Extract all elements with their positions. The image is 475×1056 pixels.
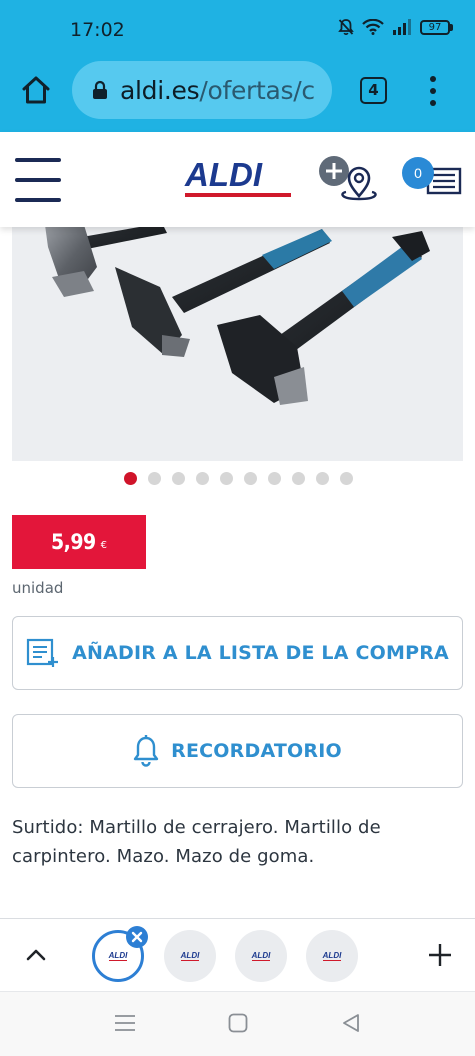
home-icon bbox=[22, 76, 50, 104]
carousel-dot[interactable] bbox=[291, 472, 305, 485]
url-text: aldi.es/ofertas/c bbox=[120, 76, 315, 105]
store-locator-button[interactable] bbox=[318, 155, 380, 203]
shopping-list-button[interactable]: 0 bbox=[400, 155, 464, 203]
list-count-badge: 0 bbox=[402, 157, 434, 189]
tab-thumb-4[interactable]: ALDI bbox=[306, 930, 358, 982]
reminder-label: RECORDATORIO bbox=[171, 740, 342, 762]
home-button[interactable] bbox=[16, 70, 56, 110]
site-header: ALDI 0 bbox=[0, 132, 475, 227]
wifi-icon bbox=[362, 19, 384, 35]
url-path: /ofertas/c bbox=[199, 75, 315, 105]
plus-icon[interactable] bbox=[427, 942, 453, 968]
reminder-button[interactable]: RECORDATORIO bbox=[12, 714, 463, 788]
home-nav-icon[interactable] bbox=[228, 1013, 248, 1033]
hamburger-menu-icon[interactable] bbox=[15, 158, 61, 202]
recents-icon[interactable] bbox=[114, 1013, 136, 1033]
screen: 17:02 97 aldi.es/ofertas/c 4 ALDI 0 5,99… bbox=[0, 0, 475, 1056]
battery-icon: 97 bbox=[420, 19, 453, 35]
carousel-dot[interactable] bbox=[315, 472, 329, 485]
carousel-dot[interactable] bbox=[267, 472, 281, 485]
tab-thumb-logo: ALDI bbox=[251, 951, 271, 961]
status-icons: 97 bbox=[338, 18, 453, 36]
carousel-dots[interactable] bbox=[0, 472, 475, 486]
product-description: Surtido: Martillo de cerrajero. Martillo… bbox=[12, 817, 381, 867]
tab-thumb-logo: ALDI bbox=[108, 951, 128, 961]
tab-count-button[interactable]: 4 bbox=[360, 77, 387, 104]
add-to-list-button[interactable]: AÑADIR A LA LISTA DE LA COMPRA bbox=[12, 616, 463, 690]
back-nav-icon[interactable] bbox=[341, 1013, 361, 1033]
more-vert-icon[interactable] bbox=[424, 76, 442, 106]
product-image[interactable] bbox=[12, 227, 463, 461]
add-to-list-icon bbox=[26, 638, 59, 667]
carousel-dot[interactable] bbox=[147, 472, 161, 485]
carousel-dot[interactable] bbox=[219, 472, 233, 485]
browser-chrome: 17:02 97 aldi.es/ofertas/c 4 bbox=[0, 0, 475, 132]
bell-icon bbox=[133, 735, 159, 767]
price-currency: € bbox=[100, 539, 107, 551]
carousel-dot[interactable] bbox=[123, 472, 137, 485]
mute-bell-icon bbox=[338, 19, 354, 35]
aldi-logo[interactable]: ALDI bbox=[185, 156, 291, 199]
store-locator-icon bbox=[319, 156, 377, 201]
price-value: 5,99 bbox=[51, 530, 96, 554]
url-domain: aldi.es bbox=[120, 75, 200, 105]
status-time: 17:02 bbox=[70, 19, 125, 41]
carousel-dot[interactable] bbox=[243, 472, 257, 485]
signal-icon bbox=[393, 19, 411, 35]
close-icon bbox=[131, 931, 143, 943]
carousel-dot[interactable] bbox=[339, 472, 353, 485]
price-unit: unidad bbox=[12, 579, 64, 597]
carousel-dot[interactable] bbox=[171, 472, 185, 485]
logo-text: ALDI bbox=[185, 156, 262, 193]
price-badge: 5,99 € bbox=[12, 515, 146, 569]
close-tab-button[interactable] bbox=[126, 926, 148, 948]
tab-thumb-3[interactable]: ALDI bbox=[235, 930, 287, 982]
carousel-dot[interactable] bbox=[195, 472, 209, 485]
hammers-image bbox=[45, 227, 430, 405]
battery-level: 97 bbox=[420, 19, 450, 35]
chevron-up-icon[interactable] bbox=[24, 943, 48, 967]
lock-icon bbox=[93, 80, 107, 99]
tab-thumb-logo: ALDI bbox=[322, 951, 342, 961]
tab-thumb-2[interactable]: ALDI bbox=[164, 930, 216, 982]
url-bar[interactable]: aldi.es/ofertas/c bbox=[72, 61, 332, 119]
add-to-list-label: AÑADIR A LA LISTA DE LA COMPRA bbox=[72, 642, 449, 664]
system-nav-bar bbox=[0, 992, 475, 1056]
tab-thumb-logo: ALDI bbox=[180, 951, 200, 961]
tab-strip: ALDI ALDI ALDI ALDI bbox=[0, 918, 475, 992]
